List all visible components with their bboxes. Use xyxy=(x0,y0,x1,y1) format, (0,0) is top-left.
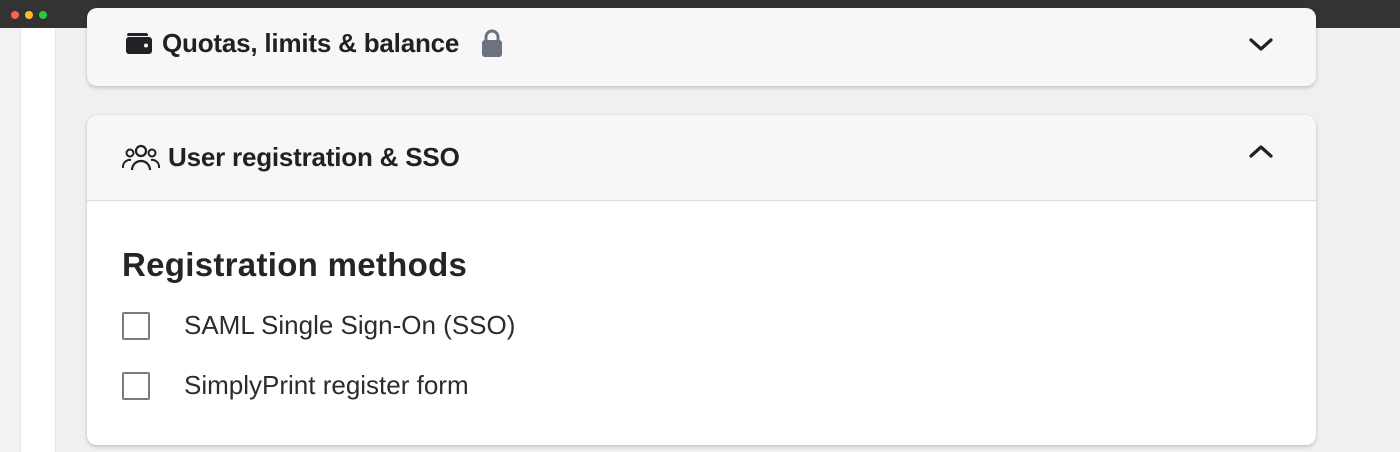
saml-sso-label: SAML Single Sign-On (SSO) xyxy=(184,310,516,340)
sso-panel: User registration & SSO Registration met… xyxy=(87,115,1316,445)
quota-panel-header[interactable]: Quotas, limits & balance xyxy=(87,28,1316,58)
sso-panel-header[interactable]: User registration & SSO xyxy=(87,115,1316,201)
lock-icon xyxy=(479,27,505,59)
saml-sso-checkbox[interactable] xyxy=(122,311,150,340)
section-title: Registration methods xyxy=(122,246,468,283)
window-close-button[interactable] xyxy=(11,11,19,19)
sso-panel-title: User registration & SSO xyxy=(168,142,460,172)
register-form-label: SimplyPrint register form xyxy=(184,370,469,400)
register-form-option[interactable]: SimplyPrint register form xyxy=(122,370,469,401)
chevron-down-icon[interactable] xyxy=(1246,30,1276,60)
chevron-up-icon[interactable] xyxy=(1246,136,1276,166)
wallet-icon xyxy=(124,30,154,56)
quota-panel-title: Quotas, limits & balance xyxy=(162,27,460,58)
sso-panel-body: Registration methods SAML Single Sign-On… xyxy=(87,202,1316,445)
register-form-checkbox[interactable] xyxy=(122,371,150,400)
saml-sso-option[interactable]: SAML Single Sign-On (SSO) xyxy=(122,310,515,341)
users-icon xyxy=(122,143,160,173)
sidebar xyxy=(20,28,56,452)
window-maximize-button[interactable] xyxy=(39,11,47,19)
window-minimize-button[interactable] xyxy=(25,11,33,19)
quota-panel: Quotas, limits & balance xyxy=(87,8,1316,86)
